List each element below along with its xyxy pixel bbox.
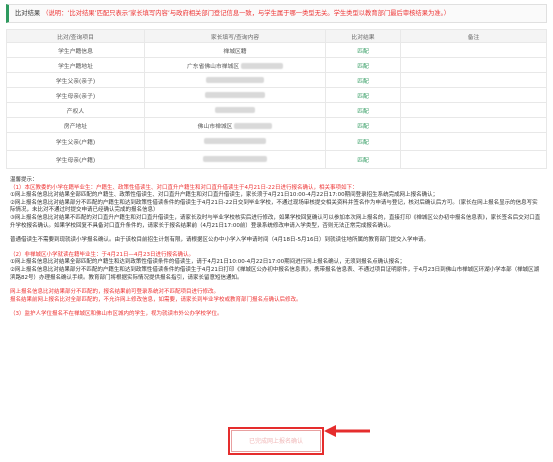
row-content: 禅城区籍 bbox=[144, 42, 326, 58]
row-content bbox=[144, 102, 326, 118]
section-3-heading: （3）监护人学位报名不在禅城区和佛山市区城内的学生，视为就读市外公办学校学位。 bbox=[10, 311, 223, 318]
row-note bbox=[400, 72, 547, 88]
table-row: 房产地址 佛山市禅城区 匹配 bbox=[6, 117, 547, 133]
row-item: 学生父亲(户籍) bbox=[6, 132, 145, 151]
row-result: 匹配 bbox=[325, 102, 401, 118]
notice-text: （说明：‘比对结果’匹配只表示‘家长填写内容’与政府相关部门登记信息一致，与学生… bbox=[42, 10, 451, 17]
row-content: 广东省佛山市禅城区 bbox=[144, 57, 326, 73]
table-row: 学生父亲(户籍) 匹配 bbox=[6, 132, 547, 151]
row-content: 佛山市禅城区 bbox=[144, 117, 326, 133]
row-result: 匹配 bbox=[325, 117, 401, 133]
table-row: 学生母亲(亲子) 匹配 bbox=[6, 87, 547, 103]
table-row: 学生父亲(亲子) 匹配 bbox=[6, 72, 547, 88]
table-row: 学生母亲(户籍) 匹配 bbox=[6, 150, 547, 169]
row-note bbox=[400, 117, 547, 133]
row-result: 匹配 bbox=[325, 42, 401, 58]
redacted-block bbox=[215, 106, 255, 113]
row-item: 学生户籍信息 bbox=[6, 42, 145, 58]
row-note bbox=[400, 150, 547, 169]
row-result: 匹配 bbox=[325, 72, 401, 88]
section-2-line: ②网上报名信息比对结果部分不匹配的户籍生和达到政策性借读条件的借读生于4月21日… bbox=[10, 266, 540, 281]
row-result: 匹配 bbox=[325, 57, 401, 73]
notice-label: 比对结果 bbox=[15, 10, 41, 17]
redacted-block bbox=[204, 138, 266, 145]
row-note bbox=[400, 57, 547, 73]
section-1-line: ②网上报名信息比对结果部分不匹配的户籍生和达到政策性借读条件的借读生于4月21日… bbox=[10, 199, 538, 214]
row-note bbox=[400, 42, 547, 58]
row-content bbox=[144, 72, 326, 88]
table-row: 学生户籍信息 禅城区籍 匹配 bbox=[6, 42, 547, 58]
row-result: 匹配 bbox=[325, 150, 401, 169]
table-header-row: 比对/查询项目 家长填写/查询内容 比对结果 备注 bbox=[6, 29, 547, 43]
row-content bbox=[144, 150, 326, 169]
section-2-line: ①网上报名信息比对结果全部匹配的户籍生和达到政策性借读条件的借读生，请于4月21… bbox=[10, 259, 406, 266]
redacted-block bbox=[241, 63, 284, 69]
row-item: 学生户籍地址 bbox=[6, 57, 145, 73]
page: 比对结果 （说明：‘比对结果’匹配只表示‘家长填写内容’与政府相关部门登记信息一… bbox=[0, 0, 553, 462]
row-item: 房产地址 bbox=[6, 117, 145, 133]
result-notice: 比对结果 （说明：‘比对结果’匹配只表示‘家长填写内容’与政府相关部门登记信息一… bbox=[6, 4, 547, 23]
row-note bbox=[400, 132, 547, 151]
row-result: 匹配 bbox=[325, 87, 401, 103]
row-content bbox=[144, 87, 326, 103]
redacted-block bbox=[205, 91, 265, 98]
col-result: 比对结果 bbox=[325, 29, 401, 43]
row-content bbox=[144, 132, 326, 151]
section-1-line: 普通借读生不需要到现就读小学报名确认。由于该校目前招生计划有限，请根据区公办中小… bbox=[10, 237, 429, 244]
row-item: 学生母亲(亲子) bbox=[6, 87, 145, 103]
row-item: 学生母亲(户籍) bbox=[6, 150, 145, 169]
row-item: 产权人 bbox=[6, 102, 145, 118]
tips-title: 温馨提示： bbox=[10, 177, 38, 183]
section-1-line: ①网上报名信息比对结果全部匹配的户籍生、政策性借读生、对口直升户籍生和对口直升借… bbox=[10, 192, 439, 199]
table-row: 学生户籍地址 广东省佛山市禅城区 匹配 bbox=[6, 57, 547, 73]
tips-section: 温馨提示： （1）本区教委的小学在籍毕业生：户籍生、政策性借读生、对口直升户籍生… bbox=[6, 177, 547, 319]
warning-line: 网上报名信息比对结果部分不匹配的，报名结果前可登录系统对不匹配项目进行修改。 bbox=[10, 289, 220, 296]
col-item: 比对/查询项目 bbox=[6, 29, 145, 43]
confirm-registration-button[interactable]: 已完成网上报名确认 bbox=[231, 430, 321, 452]
warning-line: 报名结果前网上报名比对全部匹配的，不允许网上修改信息，如需要，请家长到毕业学校或… bbox=[10, 296, 302, 303]
row-result: 匹配 bbox=[325, 132, 401, 151]
row-note bbox=[400, 87, 547, 103]
redacted-block bbox=[206, 76, 264, 83]
col-note: 备注 bbox=[400, 29, 547, 43]
comparison-table: 比对/查询项目 家长填写/查询内容 比对结果 备注 学生户籍信息 禅城区籍 匹配… bbox=[6, 29, 547, 169]
arrow-left-icon bbox=[324, 425, 370, 437]
row-item: 学生父亲(亲子) bbox=[6, 72, 145, 88]
row-note bbox=[400, 102, 547, 118]
col-content: 家长填写/查询内容 bbox=[144, 29, 326, 43]
redacted-block bbox=[234, 123, 273, 129]
table-row: 产权人 匹配 bbox=[6, 102, 547, 118]
redacted-block bbox=[203, 156, 267, 163]
section-1-line: ③网上报名信息比对结果不匹配的对口直升户籍生和对口直升借读生，请家长及时与毕业学… bbox=[10, 214, 541, 229]
